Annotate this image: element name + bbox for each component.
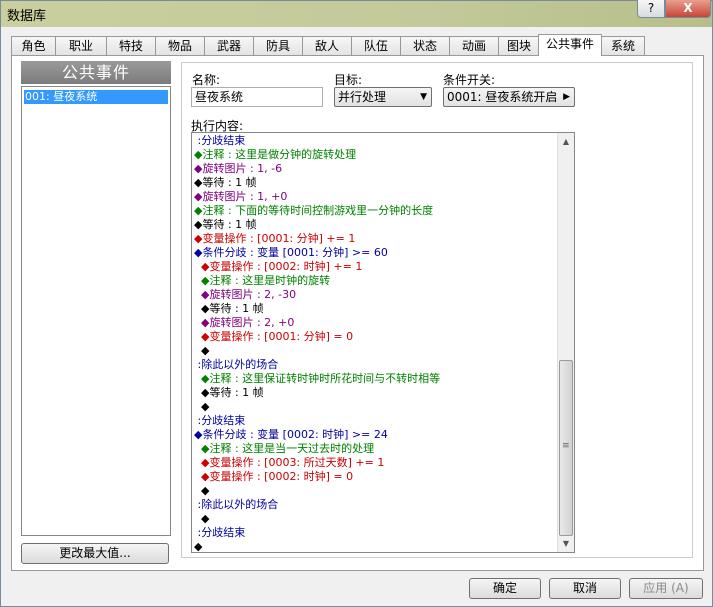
exec-line[interactable]: ◆条件分歧 : 变量 [0001: 分钟] >= 60 <box>194 246 558 260</box>
vertical-scrollbar[interactable]: ▲ ≡ ▼ <box>557 133 574 552</box>
tab-enemies[interactable]: 敌人 <box>302 36 352 55</box>
tab-items[interactable]: 物品 <box>155 36 205 55</box>
switch-label: 条件开关: <box>443 73 496 87</box>
exec-line[interactable]: :分歧结束 <box>194 414 558 428</box>
chevron-right-icon: ▶ <box>563 92 570 102</box>
exec-line[interactable]: ◆旋转图片 : 2, -30 <box>194 288 558 302</box>
tab-tilesets[interactable]: 图块 <box>498 36 540 55</box>
tab-system[interactable]: 系统 <box>601 36 645 55</box>
exec-line[interactable]: ◆等待 : 1 帧 <box>194 218 558 232</box>
exec-line[interactable]: ◆旋转图片 : 1, +0 <box>194 190 558 204</box>
target-select[interactable]: 并行处理 ▼ <box>334 87 432 107</box>
title-bar[interactable]: 数据库 ? X <box>1 0 712 27</box>
grip-icon: ≡ <box>562 441 570 451</box>
switch-select[interactable]: 0001: 昼夜系统开启 ▶ <box>443 87 575 107</box>
exec-line[interactable]: ◆旋转图片 : 2, +0 <box>194 316 558 330</box>
exec-line[interactable]: ◆注释 : 这里保证转时钟时所花时间与不转时相等 <box>194 372 558 386</box>
apply-button[interactable]: 应用 (A) <box>629 578 703 599</box>
event-list-header: 公共事件 <box>21 61 171 84</box>
exec-line[interactable]: ◆ <box>194 344 558 358</box>
exec-line[interactable]: ◆注释 : 下面的等待时间控制游戏里一分钟的长度 <box>194 204 558 218</box>
database-window: 数据库 ? X 角色 职业 特技 物品 武器 防具 敌人 队伍 状态 动画 图块… <box>0 0 713 607</box>
window-title: 数据库 <box>7 9 47 24</box>
exec-content-list[interactable]: :分歧结束 ◆注释 : 这里是做分钟的旋转处理 ◆旋转图片 : 1, -6 ◆等待 :… <box>191 132 575 553</box>
scroll-down-icon[interactable]: ▼ <box>558 535 574 552</box>
name-field[interactable]: 昼夜系统 <box>191 87 323 107</box>
help-button[interactable]: ? <box>637 0 665 18</box>
target-select-value: 并行处理 <box>338 90 387 104</box>
exec-line[interactable]: ◆ <box>194 540 558 552</box>
exec-line[interactable]: ◆旋转图片 : 1, -6 <box>194 162 558 176</box>
tab-states[interactable]: 状态 <box>400 36 450 55</box>
exec-line[interactable]: :分歧结束 <box>194 134 558 148</box>
tab-weapons[interactable]: 武器 <box>204 36 254 55</box>
change-max-button[interactable]: 更改最大值... <box>21 543 169 564</box>
cancel-button[interactable]: 取消 <box>549 578 621 599</box>
exec-line[interactable]: ◆变量操作 : [0002: 时钟] = 0 <box>194 470 558 484</box>
event-list[interactable]: 001: 昼夜系统 <box>21 86 171 536</box>
name-label: 名称: <box>192 73 221 87</box>
exec-line[interactable]: ◆等待 : 1 帧 <box>194 386 558 400</box>
exec-line[interactable]: ◆等待 : 1 帧 <box>194 176 558 190</box>
exec-line[interactable]: ◆变量操作 : [0001: 分钟] = 0 <box>194 330 558 344</box>
ok-button[interactable]: 确定 <box>469 578 541 599</box>
exec-line[interactable]: ◆注释 : 这里是时钟的旋转 <box>194 274 558 288</box>
tab-troops[interactable]: 队伍 <box>351 36 401 55</box>
tab-skills[interactable]: 特技 <box>106 36 156 55</box>
exec-line[interactable]: :除此以外的场合 <box>194 498 558 512</box>
exec-lines: :分歧结束 ◆注释 : 这里是做分钟的旋转处理 ◆旋转图片 : 1, -6 ◆等待 :… <box>194 134 558 552</box>
chevron-down-icon: ▼ <box>420 92 427 102</box>
exec-line[interactable]: ◆变量操作 : [0003: 所过天数] += 1 <box>194 456 558 470</box>
scroll-thumb[interactable]: ≡ <box>559 360 573 536</box>
exec-line[interactable]: ◆ <box>194 400 558 414</box>
switch-select-value: 0001: 昼夜系统开启 <box>447 90 558 104</box>
exec-line[interactable]: ◆ <box>194 484 558 498</box>
exec-line[interactable]: :除此以外的场合 <box>194 358 558 372</box>
scroll-up-icon[interactable]: ▲ <box>558 133 574 150</box>
exec-line[interactable]: ◆注释 : 这里是做分钟的旋转处理 <box>194 148 558 162</box>
exec-line[interactable]: ◆ <box>194 512 558 526</box>
tab-common-events[interactable]: 公共事件 <box>538 34 602 56</box>
list-item[interactable]: 001: 昼夜系统 <box>24 90 168 104</box>
tab-classes[interactable]: 职业 <box>55 36 107 55</box>
tab-armors[interactable]: 防具 <box>253 36 303 55</box>
tab-animations[interactable]: 动画 <box>449 36 499 55</box>
exec-line[interactable]: ◆变量操作 : [0002: 时钟] += 1 <box>194 260 558 274</box>
tab-actors[interactable]: 角色 <box>11 36 56 55</box>
exec-line[interactable]: ◆注释 : 这里是当一天过去时的处理 <box>194 442 558 456</box>
close-button[interactable]: X <box>665 0 711 18</box>
target-label: 目标: <box>334 73 363 87</box>
exec-line[interactable]: ◆变量操作 : [0001: 分钟] += 1 <box>194 232 558 246</box>
exec-line[interactable]: ◆等待 : 1 帧 <box>194 302 558 316</box>
exec-line[interactable]: ◆条件分歧 : 变量 [0002: 时钟] >= 24 <box>194 428 558 442</box>
exec-line[interactable]: :分歧结束 <box>194 526 558 540</box>
